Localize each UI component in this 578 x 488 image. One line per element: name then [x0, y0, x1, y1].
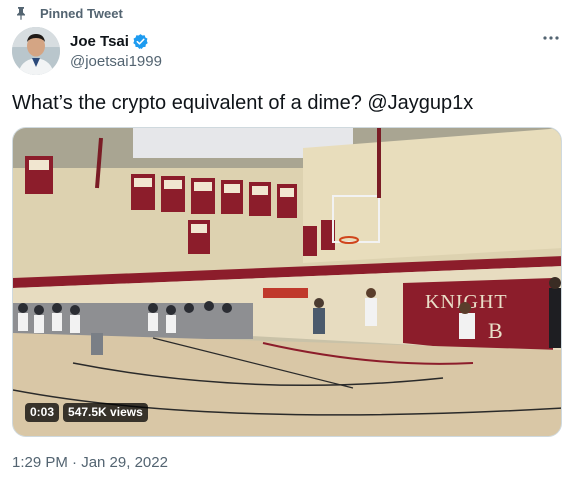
pinned-tweet-indicator: Pinned Tweet	[14, 5, 123, 21]
avatar[interactable]	[12, 27, 60, 75]
video-frame: KNIGHT B	[13, 128, 561, 436]
pin-icon	[14, 6, 28, 20]
tweet-text: What’s the crypto equivalent of a dime? …	[12, 92, 474, 114]
gym-logo-text: B	[488, 318, 503, 343]
pinned-label: Pinned Tweet	[40, 5, 123, 21]
video-view-count: 547.5K views	[63, 403, 148, 422]
author-display-name[interactable]: Joe Tsai	[70, 33, 129, 50]
tweet-header: Joe Tsai @joetsai1999	[12, 27, 566, 75]
video-player[interactable]: KNIGHT B 0:03 547.5K views	[12, 127, 562, 437]
more-horizontal-icon	[540, 34, 562, 51]
video-overlay: 0:03 547.5K views	[25, 403, 152, 422]
author-handle[interactable]: @joetsai1999	[70, 53, 162, 70]
more-options-button[interactable]	[540, 29, 562, 47]
video-time: 0:03	[25, 403, 60, 422]
verified-badge-icon	[132, 33, 149, 50]
tweet-timestamp[interactable]: 1:29 PM · Jan 29, 2022	[12, 454, 168, 471]
